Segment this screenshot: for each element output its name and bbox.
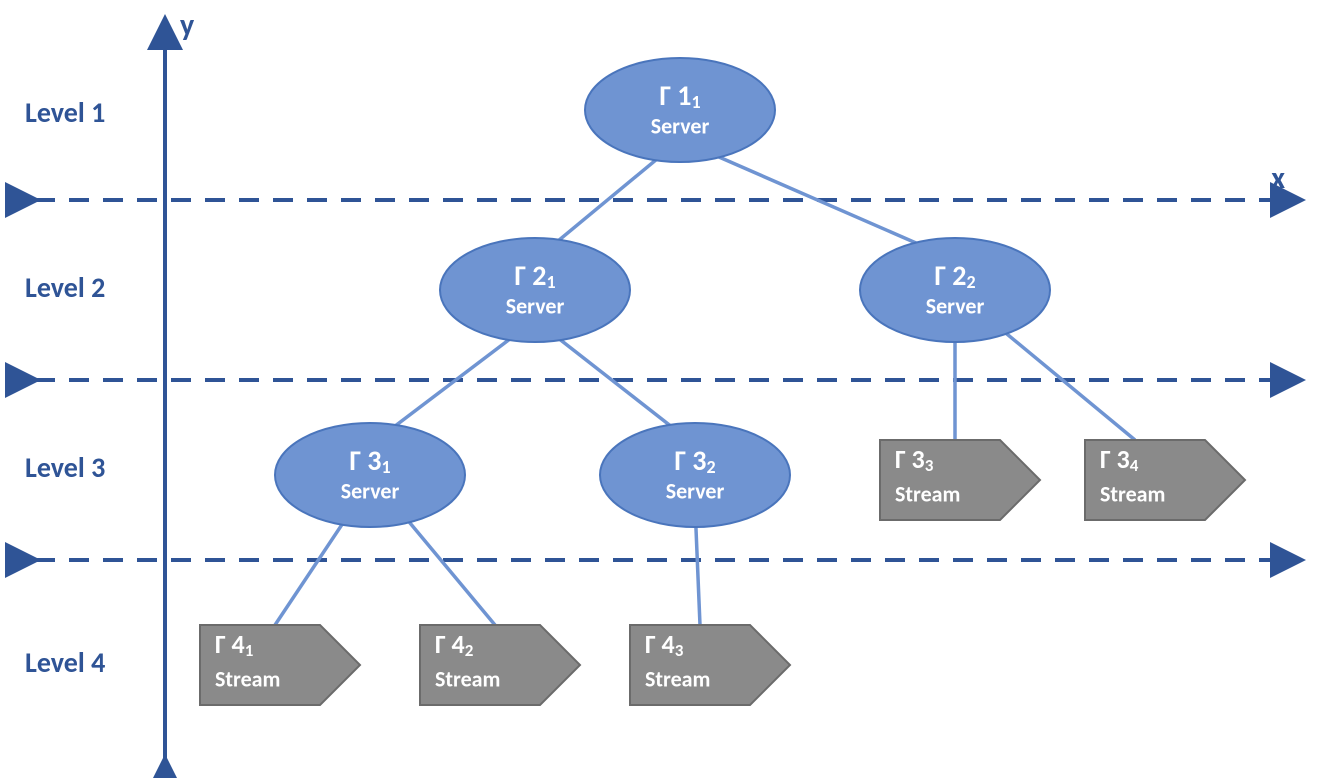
level-2-label: Level 2	[25, 270, 105, 305]
node-n2_1: Γ 21 Server	[440, 238, 630, 342]
node-n3_4: Γ 34 Stream	[1085, 440, 1245, 520]
level-1-label: Level 1	[25, 95, 105, 130]
svg-text:Stream: Stream	[645, 665, 710, 692]
svg-text:Server: Server	[651, 112, 710, 139]
node-n2_2: Γ 22 Server	[860, 238, 1050, 342]
svg-text:Server: Server	[341, 477, 400, 504]
node-n4_3: Γ 43 Stream	[630, 625, 790, 705]
level-3-label: Level 3	[25, 450, 105, 485]
node-n3_1: Γ 31 Server	[275, 423, 465, 527]
svg-text:Stream: Stream	[215, 665, 280, 692]
node-n3_2: Γ 32 Server	[600, 423, 790, 527]
edge-n2_2-n3_4	[990, 320, 1135, 440]
y-axis-label: y	[180, 7, 195, 44]
svg-text:Stream: Stream	[895, 480, 960, 507]
node-n4_1: Γ 41 Stream	[200, 625, 360, 705]
svg-text:Server: Server	[506, 292, 565, 319]
node-n1_1: Γ 11 Server	[585, 58, 775, 162]
svg-text:Stream: Stream	[1100, 480, 1165, 507]
svg-text:Server: Server	[926, 292, 985, 319]
x-axis-label: x	[1271, 160, 1285, 197]
svg-text:Server: Server	[666, 477, 725, 504]
svg-text:Stream: Stream	[435, 665, 500, 692]
node-n4_2: Γ 42 Stream	[420, 625, 580, 705]
edges-group	[275, 140, 1135, 625]
diagram-canvas: y x Level 1 Level 2 Level 3 Level 4 Γ 11…	[0, 0, 1323, 778]
node-n3_3: Γ 33 Stream	[880, 440, 1040, 520]
level-4-label: Level 4	[25, 645, 105, 680]
